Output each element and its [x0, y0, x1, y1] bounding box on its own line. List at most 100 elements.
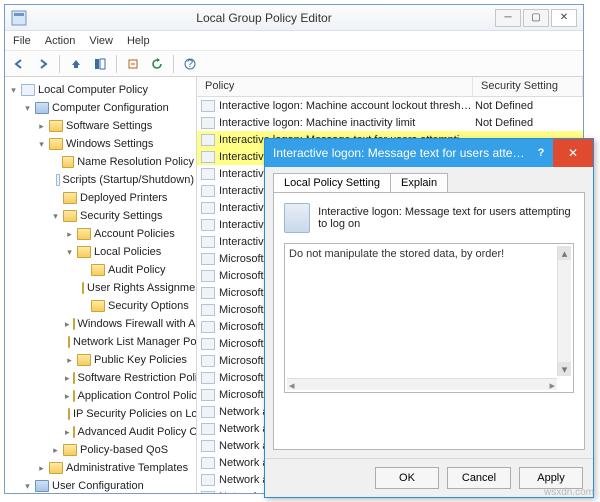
toolbar-separator	[59, 55, 60, 73]
policy-name: Interactive logon: Machine account locko…	[219, 100, 475, 112]
menu-bar: File Action View Help	[5, 31, 583, 51]
tree-scripts[interactable]: Scripts (Startup/Shutdown)	[51, 171, 194, 189]
policy-row[interactable]: Interactive logon: Machine account locko…	[197, 97, 583, 114]
policy-item-icon	[201, 236, 215, 248]
policy-item-icon	[201, 270, 215, 282]
horizontal-scrollbar[interactable]: ◂▸	[287, 378, 557, 390]
tree-name-resolution-policy[interactable]: Name Resolution Policy	[51, 153, 194, 171]
policy-name: Interactive logon: Machine inactivity li…	[219, 117, 475, 129]
navigation-tree[interactable]: ▾Local Computer Policy ▾Computer Configu…	[5, 77, 197, 493]
tree-computer-configuration[interactable]: ▾Computer Configuration	[23, 99, 194, 117]
dialog-close-button[interactable]: ✕	[553, 139, 593, 167]
policy-item-icon	[201, 389, 215, 401]
scroll-down-icon[interactable]: ▾	[558, 362, 571, 376]
policy-item-icon	[201, 355, 215, 367]
menu-action[interactable]: Action	[45, 35, 76, 47]
lock-icon	[63, 210, 77, 222]
policy-item-icon	[201, 474, 215, 486]
tree-user-rights-assignment[interactable]: User Rights Assignment	[79, 279, 194, 297]
dialog-help-button[interactable]: ?	[529, 147, 553, 159]
svg-text:?: ?	[187, 58, 193, 70]
tree-deployed-printers[interactable]: Deployed Printers	[51, 189, 194, 207]
minimize-button[interactable]: ─	[495, 9, 521, 27]
tree-network-list-manager[interactable]: Network List Manager Policies	[65, 333, 194, 351]
tree-admin-templates[interactable]: ▸Administrative Templates	[37, 459, 194, 477]
close-button[interactable]: ✕	[551, 9, 577, 27]
folder-icon	[77, 246, 91, 258]
tree-advanced-audit-policy[interactable]: ▸Advanced Audit Policy Configuration	[65, 423, 194, 441]
folder-icon	[49, 120, 63, 132]
policy-item-icon	[201, 440, 215, 452]
tree-windows-firewall[interactable]: ▸Windows Firewall with Advanced Security	[65, 315, 194, 333]
help-button[interactable]: ?	[180, 54, 200, 74]
forward-button[interactable]	[33, 54, 53, 74]
toolbar-separator	[173, 55, 174, 73]
toolbar: ?	[5, 51, 583, 77]
policy-item-icon	[201, 202, 215, 214]
back-button[interactable]	[9, 54, 29, 74]
policy-item-icon	[201, 185, 215, 197]
folder-icon	[68, 408, 70, 420]
ok-button[interactable]: OK	[375, 467, 439, 489]
dialog-title: Interactive logon: Message text for user…	[273, 146, 529, 160]
policy-item-icon	[201, 219, 215, 231]
properties-dialog: Interactive logon: Message text for user…	[264, 138, 594, 498]
policy-item-icon	[201, 457, 215, 469]
property-icon	[284, 203, 310, 233]
column-security-setting[interactable]: Security Setting	[473, 77, 583, 96]
policy-setting: Not Defined	[475, 117, 579, 129]
cancel-button[interactable]: Cancel	[447, 467, 511, 489]
tree-ip-security-policies[interactable]: IP Security Policies on Local Computer	[65, 405, 194, 423]
policy-item-icon	[201, 117, 215, 129]
apply-button[interactable]: Apply	[519, 467, 583, 489]
tree-public-key-policies[interactable]: ▸Public Key Policies	[65, 351, 194, 369]
folder-icon	[73, 390, 75, 402]
tree-account-policies[interactable]: ▸Account Policies	[65, 225, 194, 243]
config-icon	[35, 102, 49, 114]
policy-row[interactable]: Interactive logon: Machine inactivity li…	[197, 114, 583, 131]
tree-audit-policy[interactable]: Audit Policy	[79, 261, 194, 279]
policy-item-icon	[201, 287, 215, 299]
tree-windows-settings[interactable]: ▾Windows Settings	[37, 135, 194, 153]
policy-item-icon	[201, 406, 215, 418]
tree-policy-based-qos[interactable]: ▸Policy-based QoS	[51, 441, 194, 459]
export-button[interactable]	[123, 54, 143, 74]
maximize-button[interactable]: ▢	[523, 9, 549, 27]
menu-view[interactable]: View	[89, 35, 113, 47]
tree-software-settings[interactable]: ▸Software Settings	[37, 117, 194, 135]
menu-file[interactable]: File	[13, 35, 31, 47]
up-button[interactable]	[66, 54, 86, 74]
printer-icon	[63, 192, 77, 204]
policy-item-icon	[201, 321, 215, 333]
folder-icon	[49, 138, 63, 150]
policy-item-icon	[201, 338, 215, 350]
policy-item-icon	[201, 134, 215, 146]
folder-icon	[73, 372, 75, 384]
titlebar: Local Group Policy Editor ─ ▢ ✕	[5, 5, 583, 31]
dialog-tabs: Local Policy Setting Explain	[265, 167, 593, 192]
vertical-scrollbar[interactable]: ▴ ▾	[557, 246, 571, 376]
tab-local-policy-setting[interactable]: Local Policy Setting	[273, 173, 391, 192]
watermark: wsxdn.com	[544, 487, 594, 498]
script-icon	[56, 174, 60, 186]
column-policy[interactable]: Policy	[197, 77, 473, 96]
show-hide-tree-button[interactable]	[90, 54, 110, 74]
refresh-button[interactable]	[147, 54, 167, 74]
tree-user-configuration[interactable]: ▾User Configuration	[23, 477, 194, 493]
tree-software-restriction[interactable]: ▸Software Restriction Policies	[65, 369, 194, 387]
tree-security-settings[interactable]: ▾Security Settings	[51, 207, 194, 225]
scroll-up-icon[interactable]: ▴	[558, 246, 571, 260]
tab-explain[interactable]: Explain	[390, 173, 448, 192]
policy-setting: Not Defined	[475, 100, 579, 112]
message-text-input[interactable]: Do not manipulate the stored data, by or…	[284, 243, 574, 393]
folder-icon	[77, 228, 91, 240]
tree-local-policies[interactable]: ▾Local Policies	[65, 243, 194, 261]
folder-icon	[73, 426, 75, 438]
policy-item-icon	[201, 151, 215, 163]
tree-application-control[interactable]: ▸Application Control Policies	[65, 387, 194, 405]
policy-item-icon	[201, 168, 215, 180]
tree-root[interactable]: ▾Local Computer Policy	[9, 81, 194, 99]
tree-security-options[interactable]: Security Options	[79, 297, 194, 315]
folder-icon	[82, 282, 84, 294]
menu-help[interactable]: Help	[127, 35, 150, 47]
